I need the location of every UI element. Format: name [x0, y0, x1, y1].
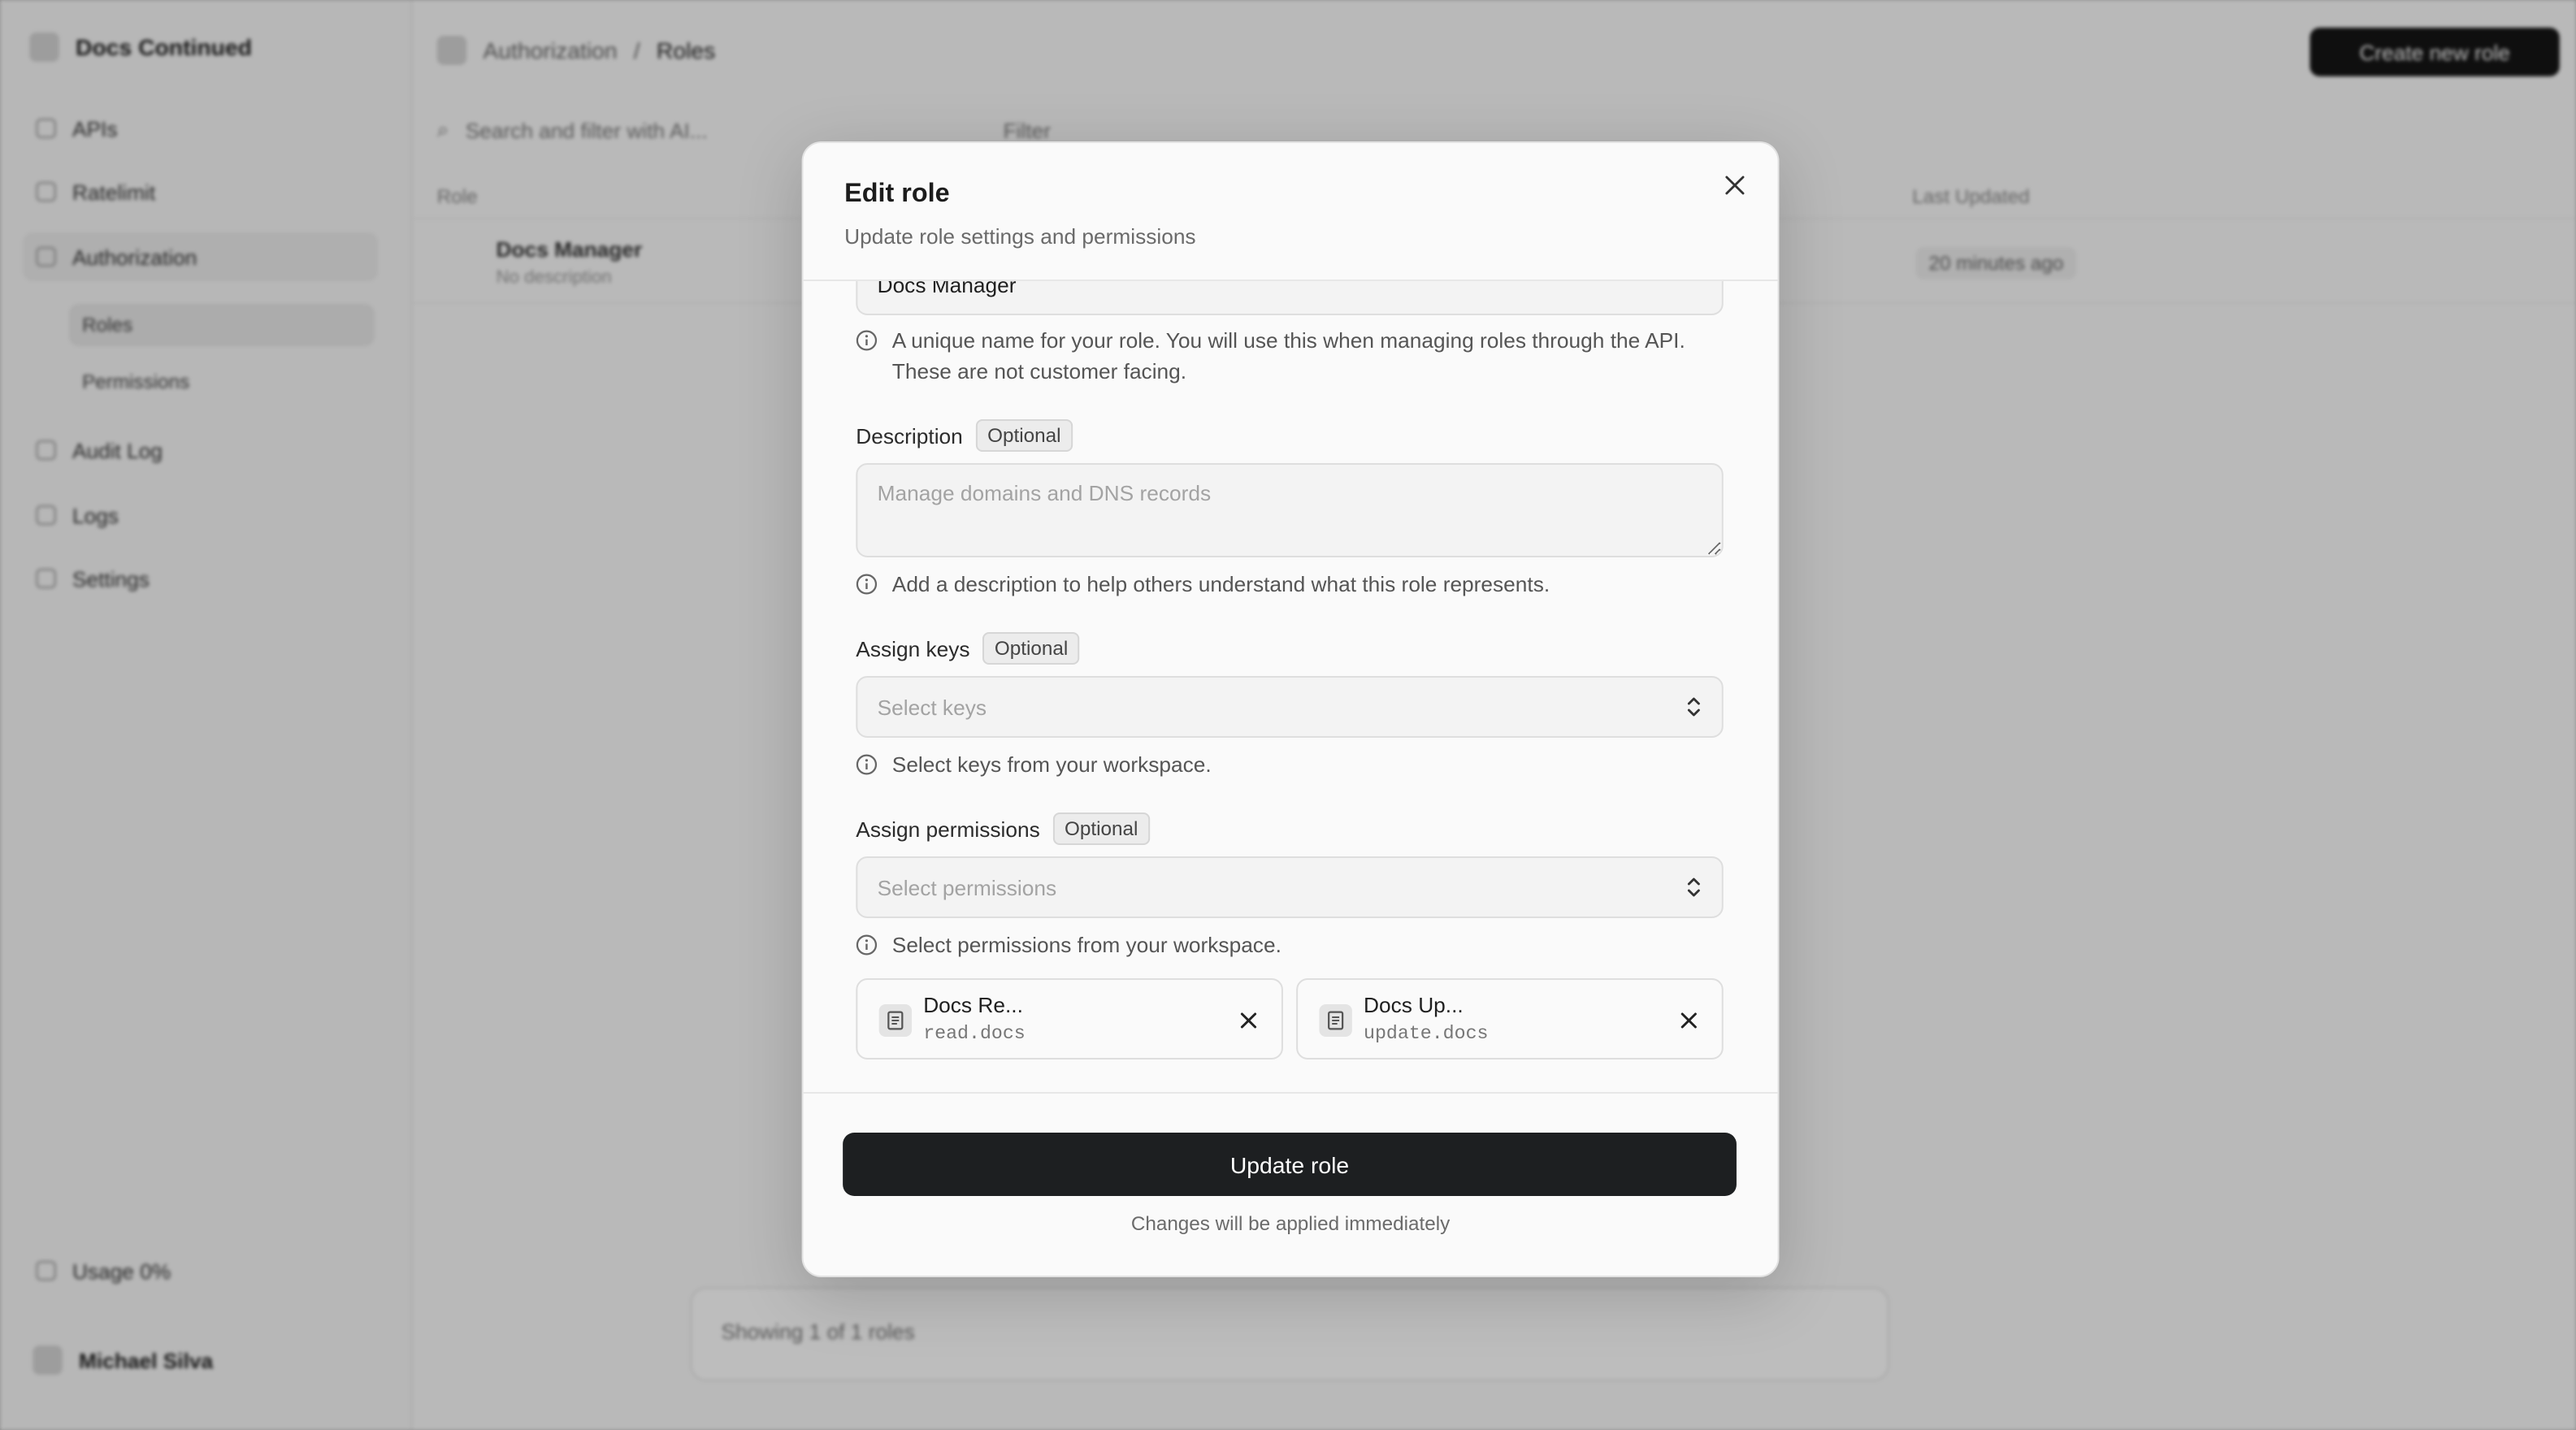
remove-permission-icon[interactable] [1676, 1008, 1702, 1034]
edit-role-dialog: Edit role Update role settings and permi… [801, 141, 1780, 1277]
remove-permission-icon[interactable] [1235, 1008, 1261, 1034]
document-icon [1319, 1004, 1352, 1037]
permissions-help: Select permissions from your workspace. [856, 930, 1723, 960]
info-icon [856, 330, 878, 351]
optional-badge: Optional [982, 632, 1080, 665]
assign-permissions-label: Assign permissions Optional [856, 812, 1150, 845]
dialog-subtitle: Update role settings and permissions [844, 224, 1196, 249]
dialog-header: Edit role Update role settings and permi… [803, 143, 1778, 281]
assign-permissions-label-text: Assign permissions [856, 817, 1040, 841]
permission-chip: Docs Re... read.docs [856, 978, 1283, 1060]
description-help: Add a description to help others underst… [856, 569, 1723, 600]
keys-select-placeholder: Select keys [877, 695, 987, 719]
role-name-help-text: A unique name for your role. You will us… [891, 328, 1685, 384]
permission-name: Docs Up... [1364, 993, 1464, 1017]
permission-chip: Docs Up... update.docs [1296, 978, 1724, 1060]
keys-help-text: Select keys from your workspace. [891, 752, 1212, 777]
optional-badge: Optional [1052, 812, 1150, 845]
info-icon [856, 934, 878, 956]
permissions-select[interactable]: Select permissions [856, 856, 1724, 918]
info-icon [856, 754, 878, 775]
document-icon [878, 1004, 913, 1037]
dialog-title: Edit role [844, 180, 950, 208]
permission-slug: read.docs [923, 1024, 1026, 1045]
optional-badge: Optional [975, 419, 1073, 452]
role-name-help: A unique name for your role. You will us… [856, 325, 1723, 387]
permission-slug: update.docs [1364, 1024, 1489, 1045]
keys-select[interactable]: Select keys [856, 676, 1724, 738]
description-help-text: Add a description to help others underst… [891, 572, 1550, 596]
permissions-select-placeholder: Select permissions [877, 875, 1057, 899]
description-label: Description Optional [856, 419, 1073, 452]
description-label-text: Description [856, 423, 963, 448]
description-field[interactable] [856, 463, 1724, 557]
assign-keys-label-text: Assign keys [856, 636, 970, 661]
assign-keys-label: Assign keys Optional [856, 632, 1080, 665]
close-icon[interactable] [1715, 166, 1755, 205]
permissions-help-text: Select permissions from your workspace. [891, 933, 1281, 957]
dialog-body[interactable]: Docs Manager A unique name for your role… [804, 280, 1778, 1092]
chevron-up-down-icon [1687, 878, 1700, 897]
keys-help: Select keys from your workspace. [856, 749, 1723, 780]
permission-name: Docs Re... [923, 993, 1023, 1017]
update-role-button[interactable]: Update role [843, 1133, 1737, 1196]
info-icon [856, 574, 878, 595]
footer-note: Changes will be applied immediately [1130, 1212, 1451, 1235]
role-name-field[interactable]: Docs Manager [856, 280, 1724, 315]
chevron-up-down-icon [1687, 697, 1700, 717]
dialog-footer: Update role Changes will be applied imme… [803, 1092, 1778, 1276]
